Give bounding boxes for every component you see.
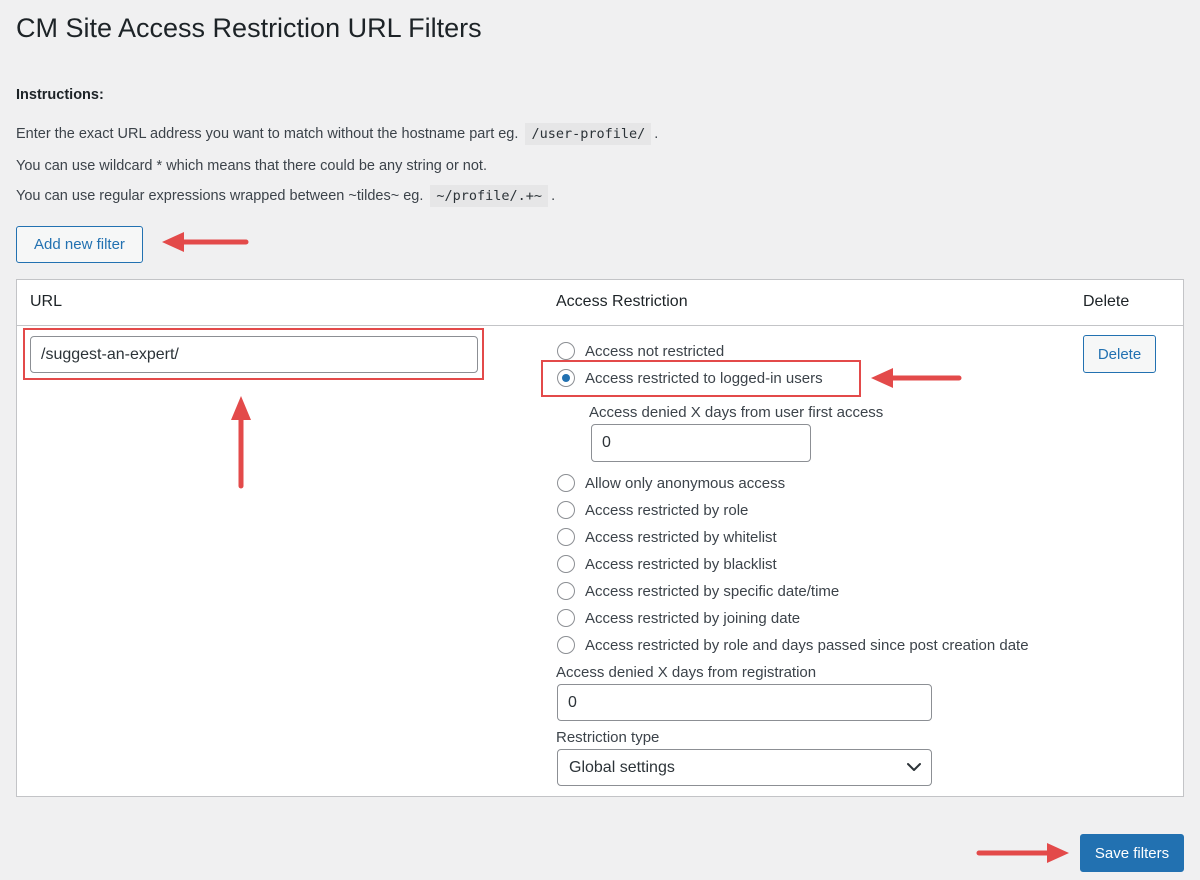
radio-restricted-by-date-time[interactable]: Access restricted by specific date/time [557,580,839,602]
radio-access-logged-in-users[interactable]: Access restricted to logged-in users [557,367,823,389]
instruction-period: . [654,126,659,142]
restriction-type-label: Restriction type [556,729,660,746]
radio-button[interactable] [557,582,575,600]
radio-restricted-by-blacklist[interactable]: Access restricted by blacklist [557,553,777,575]
instruction-line-wildcard: You can use wildcard * which means that … [16,155,487,177]
radio-button[interactable] [557,528,575,546]
instruction-text: You can use regular expressions wrapped … [16,188,424,204]
radio-access-not-restricted[interactable]: Access not restricted [557,340,724,362]
table-header-row: URL Access Restriction Delete [17,280,1183,326]
chevron-down-icon [907,763,921,771]
radio-button[interactable] [557,342,575,360]
filters-table: URL Access Restriction Delete Delete Acc… [16,279,1184,797]
annotation-arrow-left-icon [162,232,249,252]
instruction-text: You can use wildcard * which means that … [16,158,487,174]
code-example-regex: ~/profile/.+~ [430,185,549,207]
radio-button[interactable] [557,474,575,492]
radio-label: Access restricted to logged-in users [585,369,823,387]
radio-label: Access restricted by role and days passe… [585,636,1029,654]
radio-button[interactable] [557,555,575,573]
save-filters-button[interactable]: Save filters [1080,834,1184,872]
radio-label: Allow only anonymous access [585,474,786,492]
instructions-heading: Instructions: [16,87,104,103]
radio-label: Access restricted by whitelist [585,528,777,546]
column-header-url: URL [30,293,63,310]
radio-restricted-by-joining-date[interactable]: Access restricted by joining date [557,607,800,629]
radio-button[interactable] [557,609,575,627]
radio-restricted-by-role-and-days[interactable]: Access restricted by role and days passe… [557,634,1029,656]
page-title: CM Site Access Restriction URL Filters [16,13,482,43]
instruction-line-exact-url: Enter the exact URL address you want to … [16,123,658,145]
code-example-user-profile: /user-profile/ [525,123,652,145]
first-access-days-label: Access denied X days from user first acc… [589,404,884,421]
radio-label: Access restricted by specific date/time [585,582,840,600]
radio-restricted-by-role[interactable]: Access restricted by role [557,499,748,521]
column-header-access-restriction: Access Restriction [556,293,688,310]
radio-button[interactable] [557,501,575,519]
radio-button[interactable] [557,636,575,654]
url-input[interactable] [30,336,478,373]
radio-label: Access not restricted [585,342,725,360]
restriction-type-select[interactable]: Global settings [557,749,932,786]
registration-days-input[interactable] [557,684,932,721]
restriction-type-selected-value: Global settings [569,758,675,776]
delete-filter-button[interactable]: Delete [1083,335,1156,373]
column-header-delete: Delete [1083,293,1130,310]
annotation-arrow-up-icon [231,396,251,489]
radio-allow-anonymous[interactable]: Allow only anonymous access [557,472,785,494]
instruction-text: Enter the exact URL address you want to … [16,126,519,142]
add-new-filter-button[interactable]: Add new filter [16,226,143,263]
radio-label: Access restricted by joining date [585,609,801,627]
annotation-arrow-left-icon [871,368,962,388]
instruction-period: . [551,188,556,204]
radio-label: Access restricted by role [585,501,749,519]
radio-restricted-by-whitelist[interactable]: Access restricted by whitelist [557,526,777,548]
registration-days-label: Access denied X days from registration [556,664,817,681]
instruction-line-regex: You can use regular expressions wrapped … [16,185,555,207]
annotation-arrow-right-icon [976,843,1069,863]
first-access-days-input[interactable] [591,424,811,462]
radio-button-checked[interactable] [557,369,575,387]
radio-label: Access restricted by blacklist [585,555,777,573]
